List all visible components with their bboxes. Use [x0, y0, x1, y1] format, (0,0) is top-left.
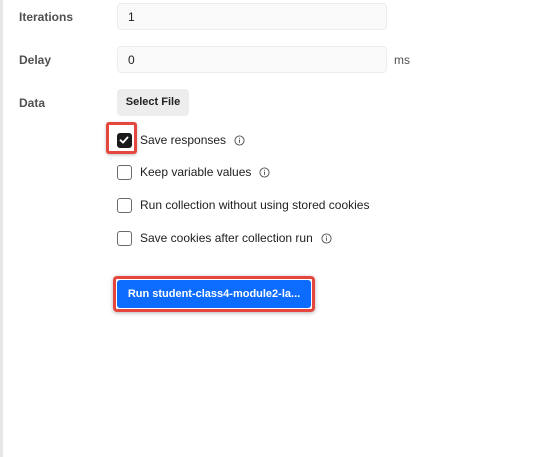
delay-label: Delay [19, 53, 52, 67]
option-save-responses[interactable]: Save responses [117, 131, 245, 149]
no-stored-cookies-checkbox[interactable] [117, 197, 132, 213]
iterations-input[interactable] [117, 3, 387, 30]
save-cookies-label: Save cookies after collection run [140, 231, 313, 245]
option-save-cookies[interactable]: Save cookies after collection run [117, 229, 332, 247]
delay-unit: ms [394, 53, 410, 67]
keep-variable-values-label: Keep variable values [140, 165, 252, 179]
data-label: Data [19, 96, 46, 110]
delay-input[interactable] [117, 46, 387, 73]
no-stored-cookies-label: Run collection without using stored cook… [140, 198, 370, 212]
info-icon [321, 232, 332, 244]
select-file-button[interactable]: Select File [117, 89, 189, 116]
check-icon [119, 136, 129, 143]
keep-variable-values-checkbox[interactable] [117, 164, 132, 180]
info-icon [234, 134, 245, 146]
save-responses-checkbox[interactable] [117, 132, 132, 148]
run-collection-button[interactable]: Run student-class4-module2-la... [117, 280, 311, 308]
save-cookies-checkbox[interactable] [117, 230, 132, 246]
iterations-label: Iterations [19, 10, 74, 24]
option-keep-variable-values[interactable]: Keep variable values [117, 163, 270, 181]
save-responses-label: Save responses [140, 133, 227, 147]
option-no-stored-cookies[interactable]: Run collection without using stored cook… [117, 196, 369, 214]
collection-runner-panel: Iterations Delay ms Data Select File Sav… [0, 0, 537, 457]
panel-divider [0, 0, 3, 457]
info-icon [259, 166, 270, 178]
